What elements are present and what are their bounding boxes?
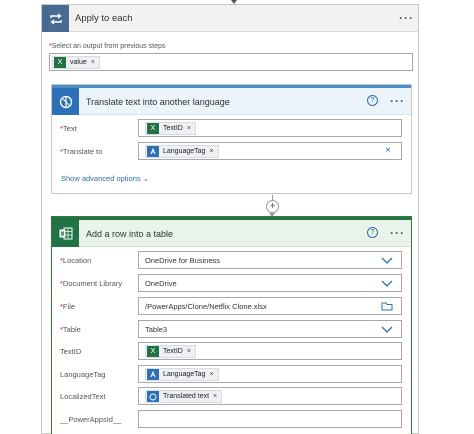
localizedtext-label: LocalizedText <box>60 392 106 401</box>
remove-token-button[interactable]: × <box>91 59 95 66</box>
library-label: *Document Library <box>60 279 123 288</box>
show-advanced-options-link[interactable]: Show advanced options ⌄ <box>61 174 149 183</box>
translate-to-label: *Translate to <box>60 147 103 156</box>
powerappsid-label: __PowerAppsId__ <box>60 415 122 424</box>
localizedtext-field[interactable]: Translated text × <box>138 387 402 405</box>
translated-text-token[interactable]: Translated text × <box>145 390 223 403</box>
chevron-down-icon <box>381 280 393 287</box>
translate-card-title: Translate text into another language <box>86 97 230 107</box>
translate-card-header[interactable]: Translate text into another language ? ·… <box>52 85 411 115</box>
select-output-label: *Select an output from previous steps <box>49 43 166 50</box>
library-dropdown[interactable]: OneDrive <box>138 274 402 292</box>
add-row-card-title: Add a row into a table <box>86 229 174 239</box>
excel-icon: X <box>147 346 159 357</box>
select-output-field[interactable]: X value × <box>49 53 413 71</box>
more-options-icon[interactable]: ··· <box>399 12 414 24</box>
loop-icon <box>42 5 69 32</box>
help-icon[interactable]: ? <box>367 227 378 238</box>
textid-token[interactable]: X TextID × <box>145 122 196 135</box>
translator-icon <box>147 391 159 402</box>
textid-label: TextID <box>60 347 82 356</box>
add-row-card-header[interactable]: Add a row into a table ? ··· <box>52 217 411 247</box>
remove-token-button[interactable]: × <box>213 393 217 400</box>
file-label: *File <box>60 302 76 311</box>
textid-token[interactable]: X TextID × <box>145 345 196 358</box>
location-dropdown[interactable]: OneDrive for Business <box>138 251 402 269</box>
more-options-icon[interactable]: ··· <box>390 95 405 107</box>
translator-icon <box>147 369 159 380</box>
translator-icon <box>147 146 159 157</box>
table-dropdown[interactable]: Table3 <box>138 320 402 338</box>
location-label: *Location <box>60 256 92 265</box>
chevron-down-icon <box>381 257 393 264</box>
apply-to-each-header[interactable]: Apply to each ··· <box>42 5 418 32</box>
chevron-down-icon <box>381 326 393 333</box>
languagetag-field[interactable]: LanguageTag × <box>138 365 402 383</box>
chevron-down-icon: ⌄ <box>142 174 150 183</box>
file-picker[interactable]: /PowerApps/Clone/Netflix Clone.xlsx <box>138 297 402 315</box>
remove-token-button[interactable]: × <box>209 148 213 155</box>
text-field[interactable]: X TextID × <box>138 119 402 137</box>
textid-field[interactable]: X TextID × <box>138 342 402 360</box>
text-label: *Text <box>60 124 77 133</box>
value-token[interactable]: X value × <box>52 56 100 69</box>
more-options-icon[interactable]: ··· <box>390 227 405 239</box>
excel-icon: X <box>147 123 159 134</box>
folder-icon[interactable] <box>381 300 393 312</box>
clear-icon[interactable]: × <box>385 145 391 156</box>
excel-icon <box>52 220 79 247</box>
translator-icon <box>52 88 79 115</box>
remove-token-button[interactable]: × <box>187 125 191 132</box>
languagetag-token[interactable]: LanguageTag × <box>145 368 219 381</box>
flow-designer-canvas: Apply to each ··· *Select an output from… <box>0 0 474 434</box>
languagetag-token[interactable]: LanguageTag × <box>145 145 219 158</box>
table-label: *Table <box>60 325 81 334</box>
excel-icon: X <box>54 57 66 68</box>
help-icon[interactable]: ? <box>367 95 378 106</box>
translate-action-card: Translate text into another language ? ·… <box>51 84 412 194</box>
add-step-icon[interactable]: + <box>266 200 279 213</box>
apply-to-each-title: Apply to each <box>75 13 133 24</box>
powerappsid-field[interactable] <box>138 410 402 428</box>
translate-to-field[interactable]: LanguageTag × × <box>138 142 402 160</box>
languagetag-label: LanguageTag <box>60 370 106 379</box>
add-row-action-card: Add a row into a table ? ··· *Location O… <box>51 216 412 434</box>
apply-to-each-container: Apply to each ··· *Select an output from… <box>41 4 419 434</box>
remove-token-button[interactable]: × <box>187 348 191 355</box>
remove-token-button[interactable]: × <box>209 371 213 378</box>
